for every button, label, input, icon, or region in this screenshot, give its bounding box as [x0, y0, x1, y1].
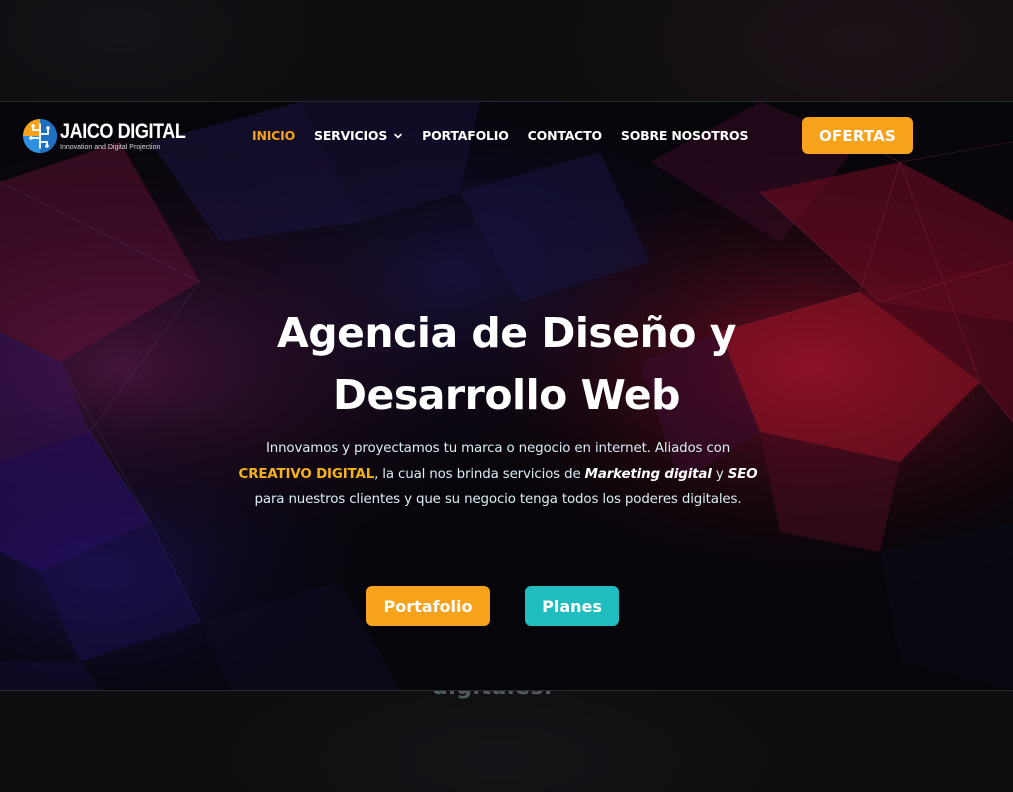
- hero-desc-text-1: Innovamos y proyectamos tu marca o negoc…: [265, 441, 731, 456]
- offers-button[interactable]: OFERTAS: [802, 117, 913, 154]
- main-nav: INICIO SERVICIOS PORTAFOLIO CONTACTO SOB…: [252, 128, 767, 143]
- nav-item-portafolio[interactable]: PORTAFOLIO: [422, 128, 509, 143]
- nav-item-sobre-nosotros[interactable]: SOBRE NOSOTROS: [621, 128, 749, 143]
- hero-desc-text-2: , la cual nos brinda servicios de: [374, 466, 585, 482]
- logo-circuit-icon: [23, 119, 57, 153]
- brand-tagline: Innovation and Digital Projection: [60, 144, 161, 151]
- nav-item-servicios-label: SERVICIOS: [314, 128, 388, 143]
- marketing-digital-highlight: Marketing digital: [584, 466, 712, 482]
- page: digitales.: [0, 0, 1013, 792]
- plans-button[interactable]: Planes: [525, 586, 619, 626]
- brand-logo[interactable]: JAICO DIGITAL Innovation and Digital Pro…: [22, 116, 186, 156]
- hero-description: Innovamos y proyectamos tu marca o negoc…: [232, 436, 764, 513]
- hero-section: JAICO DIGITAL Innovation and Digital Pro…: [0, 101, 1013, 691]
- hero-title: Agencia de Diseño y Desarrollo Web: [0, 302, 1013, 426]
- nav-item-contacto[interactable]: CONTACTO: [528, 128, 602, 143]
- hero-title-line-2: Desarrollo Web: [333, 371, 681, 419]
- chevron-down-icon: [394, 133, 402, 138]
- seo-highlight: SEO: [727, 466, 758, 482]
- hero-desc-text-4: para nuestros clientes y que su negocio …: [254, 492, 742, 507]
- nav-item-servicios[interactable]: SERVICIOS: [314, 128, 403, 143]
- creativo-digital-highlight: CREATIVO DIGITAL: [238, 466, 375, 482]
- hero-title-line-1: Agencia de Diseño y: [277, 309, 736, 357]
- site-header: JAICO DIGITAL Innovation and Digital Pro…: [0, 102, 1013, 170]
- portfolio-button[interactable]: Portafolio: [366, 586, 490, 626]
- hero-desc-text-3: y: [711, 466, 728, 482]
- brand-name: JAICO DIGITAL: [60, 120, 186, 143]
- nav-item-inicio[interactable]: INICIO: [252, 128, 295, 143]
